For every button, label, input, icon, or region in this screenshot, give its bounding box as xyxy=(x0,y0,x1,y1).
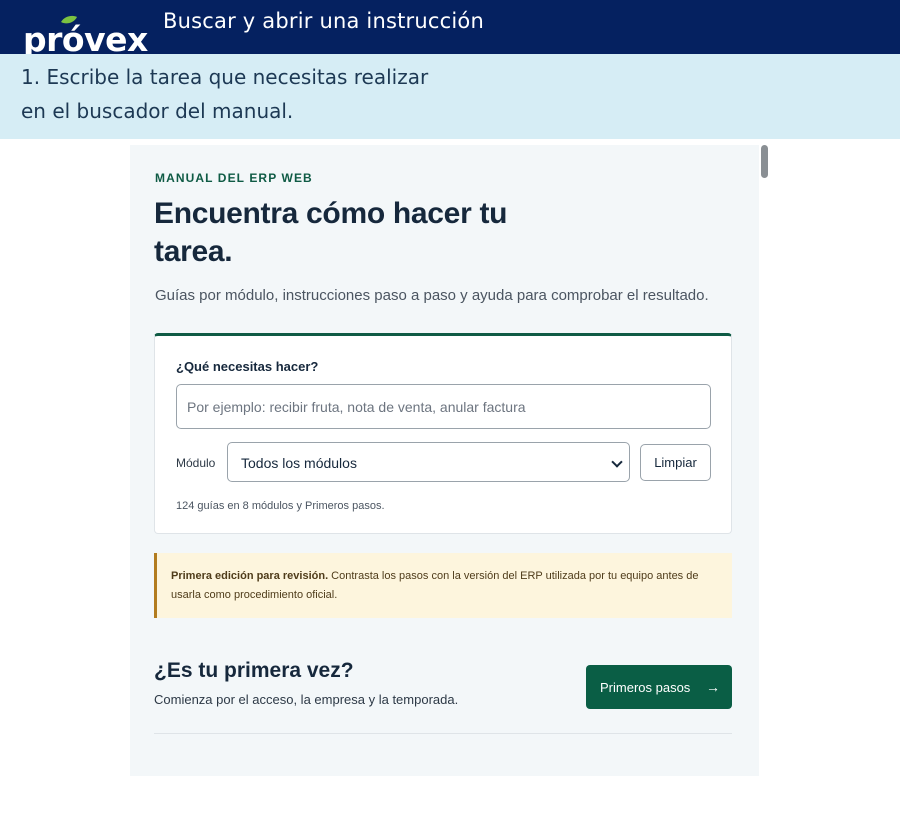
first-steps-button[interactable]: Primeros pasos → xyxy=(586,665,732,709)
notice-text: Primera edición para revisión. Contrasta… xyxy=(171,567,716,605)
instruction-banner: 1. Escribe la tarea que necesitas realiz… xyxy=(0,54,900,139)
chevron-down-icon xyxy=(611,456,623,468)
results-count: 124 guías en 8 módulos y Primeros pasos. xyxy=(176,500,385,512)
provex-logo: próvex xyxy=(23,15,148,56)
first-steps-label: Primeros pasos xyxy=(600,680,691,695)
manual-subtitle: Guías por módulo, instrucciones paso a p… xyxy=(155,287,709,304)
manual-eyebrow: MANUAL DEL ERP WEB xyxy=(155,171,313,185)
section-divider xyxy=(154,733,732,734)
search-input[interactable] xyxy=(176,384,711,429)
notice-strong: Primera edición para revisión. xyxy=(171,570,329,582)
clear-button[interactable]: Limpiar xyxy=(640,444,711,481)
instruction-text: 1. Escribe la tarea que necesitas realiz… xyxy=(21,65,429,123)
review-notice: Primera edición para revisión. Contrasta… xyxy=(154,553,732,618)
search-card: ¿Qué necesitas hacer? Módulo Todos los m… xyxy=(154,333,732,534)
module-select-value: Todos los módulos xyxy=(241,455,357,471)
scrollbar-thumb[interactable] xyxy=(761,145,768,178)
page-title: Buscar y abrir una instrucción xyxy=(163,9,484,33)
arrow-right-icon: → xyxy=(706,679,720,695)
first-time-title: ¿Es tu primera vez? xyxy=(154,659,354,682)
manual-screenshot: MANUAL DEL ERP WEB Encuentra cómo hacer … xyxy=(130,145,759,776)
top-header: próvex Buscar y abrir una instrucción xyxy=(0,0,900,56)
module-label: Módulo xyxy=(176,456,216,470)
module-select[interactable]: Todos los módulos xyxy=(227,442,630,482)
manual-title: Encuentra cómo hacer tu tarea. xyxy=(154,197,508,268)
logo-wordmark: próvex xyxy=(23,20,148,56)
first-time-subtitle: Comienza por el acceso, la empresa y la … xyxy=(154,692,459,707)
search-label: ¿Qué necesitas hacer? xyxy=(176,359,319,374)
